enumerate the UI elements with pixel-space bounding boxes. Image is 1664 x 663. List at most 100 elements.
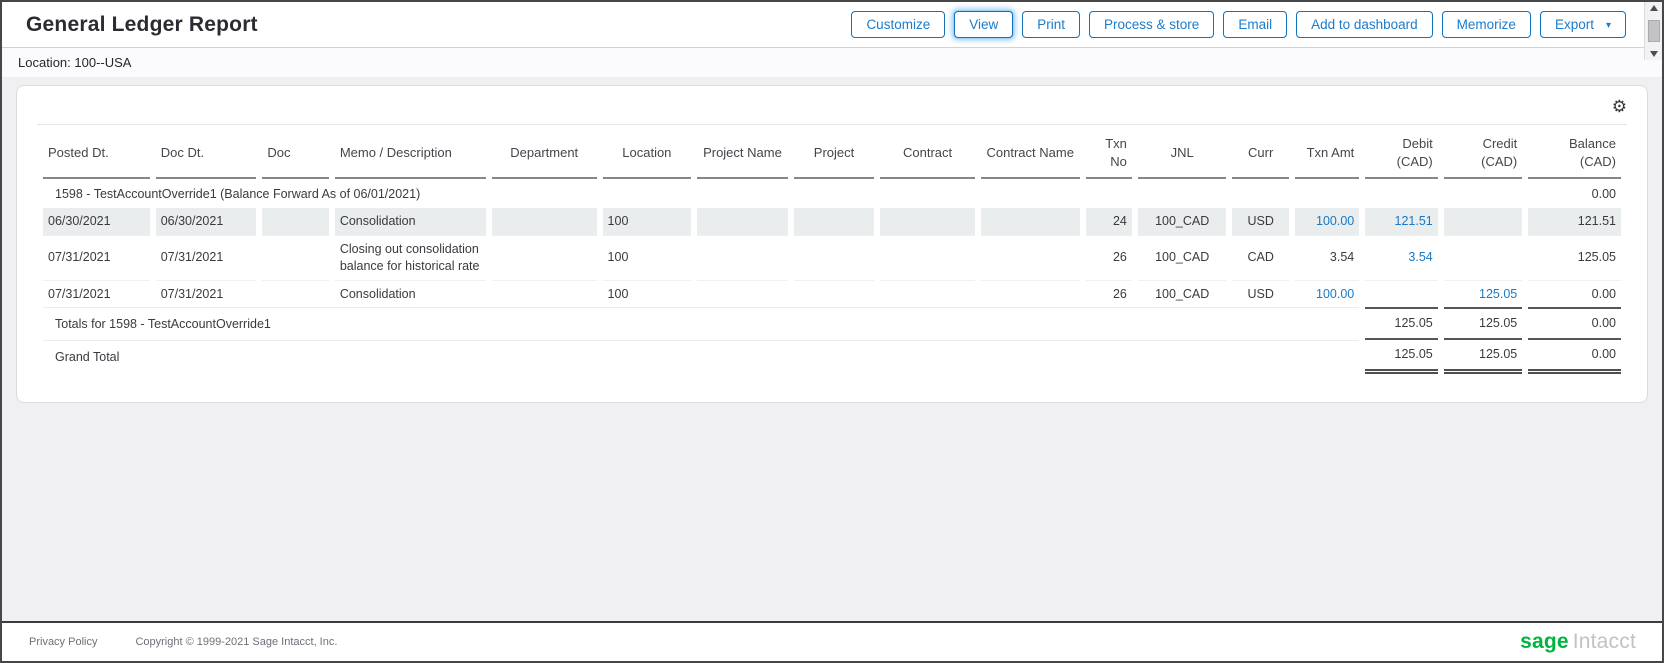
table-row: 07/31/202107/31/2021 Closing out consolid… [43,235,1621,280]
privacy-policy-link[interactable]: Privacy Policy [29,636,97,648]
cell-doc-dt: 07/31/2021 [156,235,257,280]
cell-department [492,235,597,280]
cell-doc [262,280,328,308]
cell-debit [1365,280,1437,308]
column-header-project-name: Project Name [697,125,788,179]
location-bar: Location: 100--USA [2,48,1662,78]
cell-department [492,280,597,308]
cell-memo: Closing out consolidation balance for hi… [335,235,486,280]
cell-balance: 0.00 [1528,280,1621,308]
grand-total-row-credit: 125.05 [1444,340,1523,374]
process-store-button[interactable]: Process & store [1089,11,1214,38]
cell-doc-dt: 06/30/2021 [156,208,257,235]
column-header-memo: Memo / Description [335,125,486,179]
cell-jnl: 100_CAD [1138,235,1227,280]
scrollbar-thumb[interactable] [1648,20,1660,42]
panel-toolbar: ⚙ [37,96,1627,118]
vertical-scrollbar[interactable] [1644,2,1662,60]
cell-project-name [697,208,788,235]
table-header-row: Posted Dt.Doc Dt.DocMemo / DescriptionDe… [43,125,1621,179]
scrollbar-down-arrow-icon[interactable] [1650,51,1658,57]
cell-debit: 121.51 [1365,208,1437,235]
account-header-text: 1598 - TestAccountOverride1 (Balance For… [43,179,1522,208]
cell-balance: 121.51 [1528,208,1621,235]
cell-txn-no: 24 [1086,208,1132,235]
cell-posted-dt: 06/30/2021 [43,208,150,235]
account-balance-forward: 0.00 [1528,179,1621,208]
email-button[interactable]: Email [1223,11,1287,38]
cell-doc [262,208,328,235]
customize-button[interactable]: Customize [851,11,945,38]
cell-project-name [697,280,788,308]
totals-row: Totals for 1598 - TestAccountOverride112… [43,307,1621,340]
sage-logo-text: sage [1520,630,1569,653]
cell-doc [262,235,328,280]
sage-intacct-logo: sageIntacct [1520,630,1636,654]
column-header-balance: Balance (CAD) [1528,125,1621,179]
location-label: Location: 100--USA [18,55,131,70]
column-header-project: Project [794,125,875,179]
totals-row-balance: 0.00 [1528,307,1621,340]
cell-location: 100 [603,235,692,280]
page-title: General Ledger Report [26,13,258,37]
cell-txn-amt: 3.54 [1295,235,1359,280]
column-header-contract-name: Contract Name [981,125,1080,179]
cell-debit: 3.54 [1365,235,1437,280]
add-to-dashboard-button[interactable]: Add to dashboard [1296,11,1433,38]
credit-drilldown-link[interactable]: 125.05 [1479,287,1517,301]
cell-doc-dt: 07/31/2021 [156,280,257,308]
memorize-button[interactable]: Memorize [1442,11,1531,38]
debit-drilldown-link[interactable]: 121.51 [1395,214,1433,228]
txn-amt-drilldown-link[interactable]: 100.00 [1316,214,1354,228]
export-button[interactable]: Export▾ [1540,11,1626,38]
cell-posted-dt: 07/31/2021 [43,235,150,280]
cell-location: 100 [603,280,692,308]
grand-total-row-debit: 125.05 [1365,340,1437,374]
gear-icon[interactable]: ⚙ [1612,96,1627,118]
intacct-logo-text: Intacct [1573,630,1636,653]
column-header-doc-dt: Doc Dt. [156,125,257,179]
column-header-location: Location [603,125,692,179]
column-header-doc: Doc [262,125,328,179]
cell-credit [1444,208,1523,235]
top-bar: General Ledger Report Customize View Print… [2,2,1662,48]
cell-posted-dt: 07/31/2021 [43,280,150,308]
column-header-debit: Debit (CAD) [1365,125,1437,179]
cell-department [492,208,597,235]
cell-credit: 125.05 [1444,280,1523,308]
cell-curr: USD [1232,280,1288,308]
column-header-curr: Curr [1232,125,1288,179]
cell-txn-no: 26 [1086,280,1132,308]
cell-txn-amt: 100.00 [1295,208,1359,235]
view-button[interactable]: View [954,11,1013,38]
cell-memo: Consolidation [335,280,486,308]
cell-txn-amt: 100.00 [1295,280,1359,308]
cell-contract-name [981,280,1080,308]
column-header-txn-no: Txn No [1086,125,1132,179]
totals-row-debit: 125.05 [1365,307,1437,340]
debit-drilldown-link[interactable]: 3.54 [1408,250,1432,264]
content-area: ⚙ Posted Dt.Doc Dt.DocMemo / Description… [2,78,1662,410]
cell-project [794,280,875,308]
table-row: 07/31/202107/31/2021 Consolidation 100 26 10… [43,280,1621,308]
cell-txn-no: 26 [1086,235,1132,280]
action-buttons: Customize View Print Process & store Email Ad… [851,11,1626,38]
cell-contract [880,280,975,308]
grand-total-row: Grand Total125.05125.050.00 [43,340,1621,374]
cell-contract [880,235,975,280]
scrollbar-up-arrow-icon[interactable] [1650,5,1658,11]
cell-contract [880,208,975,235]
cell-project-name [697,235,788,280]
column-header-jnl: JNL [1138,125,1227,179]
copyright-text: Copyright © 1999-2021 Sage Intacct, Inc. [135,636,337,648]
footer: Privacy Policy Copyright © 1999-2021 Sag… [2,621,1662,661]
column-header-txn-amt: Txn Amt [1295,125,1359,179]
print-button[interactable]: Print [1022,11,1080,38]
cell-balance: 125.05 [1528,235,1621,280]
grand-total-row-balance: 0.00 [1528,340,1621,374]
txn-amt-drilldown-link[interactable]: 100.00 [1316,287,1354,301]
cell-project [794,208,875,235]
column-header-contract: Contract [880,125,975,179]
cell-location: 100 [603,208,692,235]
cell-contract-name [981,208,1080,235]
